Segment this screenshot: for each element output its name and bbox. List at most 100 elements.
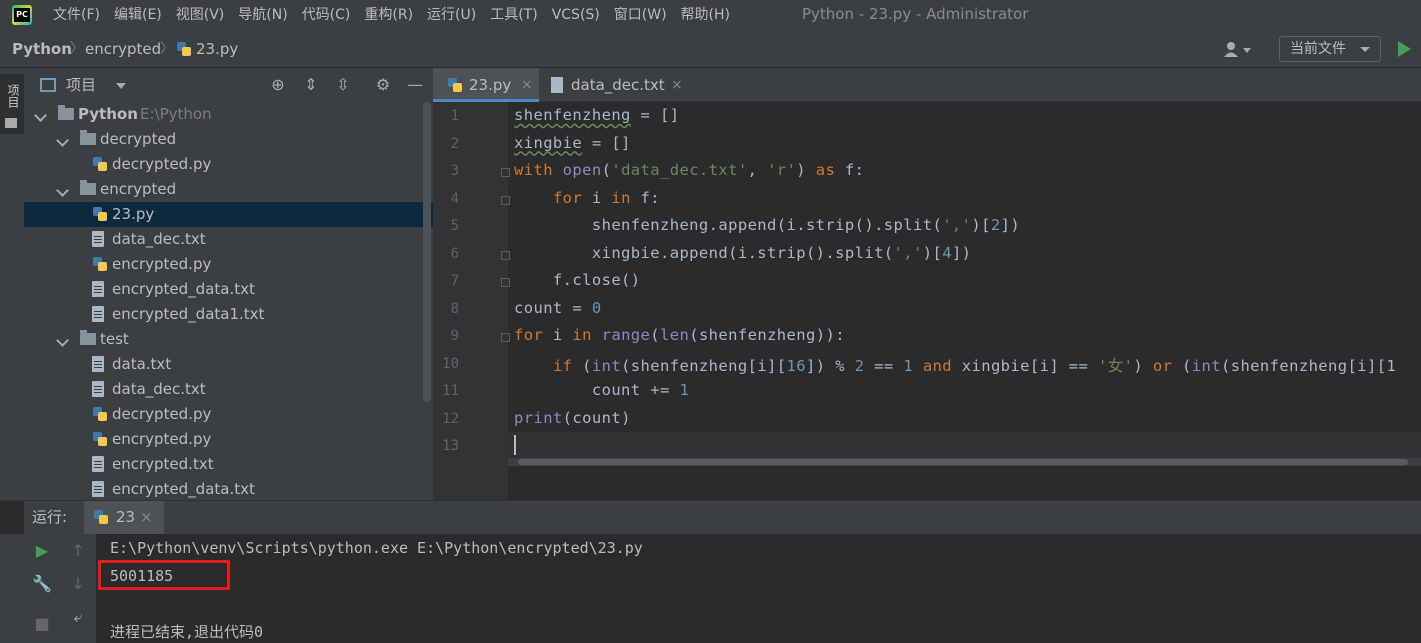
menu-tools[interactable]: 工具(T) [483, 0, 544, 30]
chevron-down-icon[interactable] [34, 109, 47, 122]
tab-data-dec-txt[interactable]: data_dec.txt × [541, 68, 691, 102]
code-line[interactable]: if (int(shenfenzheng[i][16]) % 2 == 1 an… [514, 354, 1396, 376]
tree-file[interactable]: encrypted.py [24, 427, 433, 452]
editor-tabs: 23.py × data_dec.txt × [433, 68, 1421, 102]
run-configuration-label: 当前文件 [1290, 41, 1346, 57]
expand-all-icon[interactable]: ⇕ [302, 76, 320, 94]
code-line[interactable]: count = 0 [514, 299, 602, 317]
line-number: 2 [450, 135, 459, 152]
menu-run[interactable]: 运行(U) [420, 0, 483, 30]
arrow-up-icon[interactable]: ↑ [68, 541, 88, 561]
run-tab[interactable]: 23 × [84, 501, 164, 534]
tree-folder[interactable]: test [24, 327, 433, 352]
line-number: 8 [450, 300, 459, 317]
editor-area: 23.py × data_dec.txt × 1 2 3 4 5 6 7 8 9 10 11 12 13… [433, 68, 1421, 500]
menu-file[interactable]: 文件(F) [46, 0, 107, 30]
horizontal-scrollbar[interactable] [508, 458, 1421, 466]
close-icon[interactable]: × [521, 68, 533, 102]
navigation-bar: Python 〉 encrypted 〉 23.py 当前文件 [0, 30, 1421, 68]
project-tool-tab[interactable]: 项目 [0, 74, 24, 134]
chevron-down-icon[interactable] [56, 334, 69, 347]
close-icon[interactable]: × [671, 68, 683, 102]
chevron-down-icon[interactable] [56, 184, 69, 197]
tree-folder[interactable]: decrypted [24, 127, 433, 152]
code-line[interactable]: for i in range(len(shenfenzheng)): [514, 326, 845, 344]
code-line[interactable]: print(count) [514, 409, 631, 427]
code-line[interactable]: shenfenzheng = [] [514, 106, 679, 124]
menu-view[interactable]: 视图(V) [169, 0, 232, 30]
scrollbar[interactable] [423, 102, 431, 402]
chevron-down-icon[interactable] [56, 134, 69, 147]
python-file-icon [93, 509, 109, 525]
stop-icon[interactable]: ■ [32, 614, 52, 634]
tree-folder[interactable]: encrypted [24, 177, 433, 202]
chevron-down-icon[interactable] [116, 83, 126, 89]
menu-refactor[interactable]: 重构(R) [357, 0, 420, 30]
run-configuration-select[interactable]: 当前文件 [1279, 36, 1381, 62]
tree-file[interactable]: decrypted.py [24, 402, 433, 427]
arrow-down-icon[interactable]: ↓ [68, 574, 88, 594]
code-line[interactable]: shenfenzheng.append(i.strip().split(',')… [514, 216, 1020, 234]
tree-file[interactable]: 23.py [24, 202, 433, 227]
tree-item-label: data_dec.txt [112, 230, 206, 248]
soft-wrap-icon[interactable]: ⤶ [68, 607, 88, 627]
fold-marker-icon[interactable] [501, 250, 510, 260]
menu-vcs[interactable]: VCS(S) [545, 0, 607, 30]
python-file-icon [176, 41, 192, 57]
fold-marker-icon[interactable] [501, 278, 510, 287]
code-line[interactable]: xingbie.append(i.strip().split(',')[4]) [514, 244, 971, 262]
gear-icon[interactable]: ⚙ [374, 76, 392, 94]
menu-navigate[interactable]: 导航(N) [231, 0, 294, 30]
menu-code[interactable]: 代码(C) [295, 0, 358, 30]
code-line[interactable]: for i in f: [514, 189, 660, 207]
code-line[interactable]: xingbie = [] [514, 134, 631, 152]
breadcrumb-file[interactable]: 23.py [196, 30, 238, 68]
tree-file[interactable]: data_dec.txt [24, 227, 433, 252]
tab-23-py[interactable]: 23.py × [433, 68, 539, 102]
tree-file[interactable]: encrypted.py [24, 252, 433, 277]
tree-file[interactable]: encrypted_data1.txt [24, 302, 433, 327]
fold-marker-icon[interactable] [501, 168, 510, 177]
fold-marker-icon[interactable] [501, 195, 510, 205]
tree-file[interactable]: decrypted.py [24, 152, 433, 177]
menu-help[interactable]: 帮助(H) [674, 0, 737, 30]
menu-edit[interactable]: 编辑(E) [107, 0, 169, 30]
tree-item-label: encrypted.py [112, 430, 212, 448]
breadcrumb-folder[interactable]: encrypted [85, 30, 161, 68]
chevron-down-icon [1360, 47, 1370, 52]
run-side-strip [0, 534, 24, 643]
fold-marker-icon[interactable] [501, 333, 510, 342]
pycharm-logo-icon [12, 5, 32, 25]
tree-file[interactable]: encrypted.txt [24, 452, 433, 477]
text-file-icon [92, 306, 104, 322]
tree-item-label: encrypted_data.txt [112, 480, 255, 498]
code-line[interactable]: count += 1 [514, 381, 689, 399]
tree-file[interactable]: encrypted_data.txt [24, 477, 433, 502]
project-tool-tab-label: 项目 [6, 84, 20, 108]
breadcrumb-project[interactable]: Python [12, 30, 72, 68]
hide-icon[interactable]: — [406, 76, 424, 94]
collapse-all-icon[interactable]: ⇳ [334, 76, 352, 94]
tree-folder[interactable]: Python E:\Python [24, 102, 433, 127]
project-view-icon [40, 78, 56, 92]
tree-file[interactable]: encrypted_data.txt [24, 277, 433, 302]
tree-file[interactable]: data.txt [24, 352, 433, 377]
tab-label: data_dec.txt [571, 76, 665, 94]
breadcrumb-separator: 〉 [70, 41, 84, 57]
close-icon[interactable]: × [140, 501, 153, 534]
tree-file[interactable]: data_dec.txt [24, 377, 433, 402]
run-tab-label: 23 [116, 508, 136, 526]
tree-item-label: data_dec.txt [112, 380, 206, 398]
project-panel-title[interactable]: 项目 [66, 68, 96, 102]
code-line[interactable]: with open('data_dec.txt', 'r') as f: [514, 161, 864, 179]
rerun-icon[interactable]: ▶ [32, 541, 52, 561]
menu-window[interactable]: 窗口(W) [607, 0, 674, 30]
wrench-icon[interactable]: 🔧 [32, 574, 52, 594]
locate-icon[interactable]: ⊕ [269, 76, 287, 94]
tree-item-label: decrypted.py [112, 405, 212, 423]
code-line[interactable]: f.close() [514, 271, 641, 289]
run-icon[interactable] [1398, 41, 1411, 57]
user-icon[interactable] [1224, 41, 1251, 57]
text-file-icon [92, 456, 104, 472]
console-exit-message: 进程已结束,退出代码0 [110, 623, 264, 641]
